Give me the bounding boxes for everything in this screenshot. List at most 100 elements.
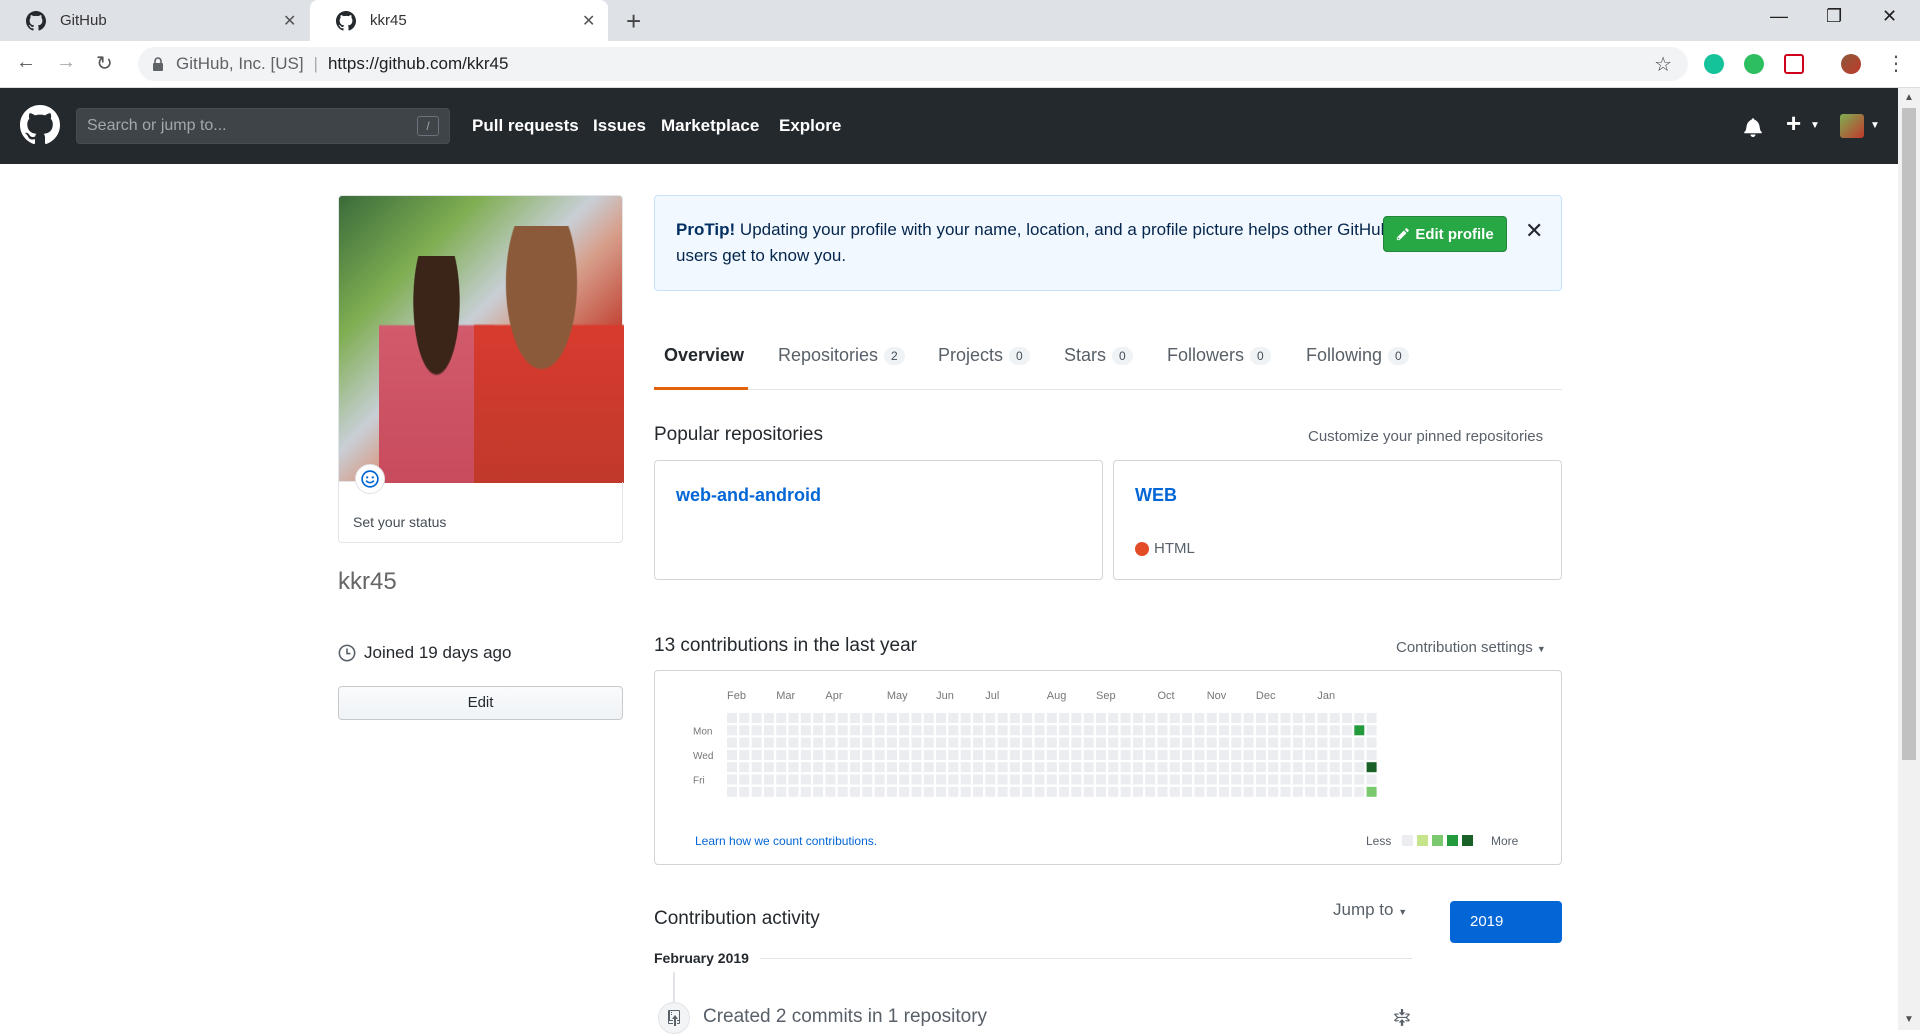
contribution-day[interactable] [1280,762,1291,773]
contribution-day[interactable] [751,786,762,797]
contribution-day[interactable] [727,774,737,785]
contribution-day[interactable] [1219,774,1229,785]
contribution-day[interactable] [1145,737,1156,748]
contribution-day[interactable] [1243,774,1254,785]
contribution-day[interactable] [1342,725,1352,736]
contribution-day[interactable] [1059,749,1070,760]
contribution-day[interactable] [1354,762,1365,773]
contribution-day[interactable] [960,725,971,736]
contribution-day[interactable] [1108,713,1119,723]
scroll-up-icon[interactable]: ▲ [1904,92,1914,103]
contribution-day[interactable] [837,762,848,773]
contribution-day[interactable] [948,713,959,723]
contribution-day[interactable] [800,737,811,748]
contribution-day[interactable] [1083,786,1094,797]
contribution-day[interactable] [1120,713,1131,723]
contribution-day[interactable] [825,749,836,760]
contribution-day[interactable] [1022,774,1033,785]
contribution-day[interactable] [1145,786,1156,797]
fold-icon[interactable] [1393,1009,1411,1027]
create-new-icon[interactable]: + [1786,108,1801,139]
close-icon[interactable]: ✕ [283,11,296,31]
contribution-day[interactable] [1034,774,1045,785]
contribution-day[interactable] [1071,762,1082,773]
contribution-day[interactable] [1046,737,1057,748]
contribution-day[interactable] [1120,786,1131,797]
restore-icon[interactable]: ❐ [1826,6,1842,27]
contribution-day[interactable] [1354,725,1365,736]
repo-link[interactable]: web-and-android [676,485,821,506]
contribution-day[interactable] [739,749,750,760]
smiley-icon[interactable] [355,464,385,494]
contribution-day[interactable] [1317,749,1328,760]
customize-pinned-link[interactable]: Customize your pinned repositories [1308,428,1543,445]
contribution-day[interactable] [837,725,848,736]
contribution-day[interactable] [886,749,897,760]
contribution-day[interactable] [1354,713,1365,723]
contribution-day[interactable] [1280,774,1291,785]
contribution-day[interactable] [1046,725,1057,736]
contribution-day[interactable] [1108,786,1119,797]
tab-stars[interactable]: Stars 0 [1064,345,1133,366]
contribution-day[interactable] [776,762,787,773]
contribution-day[interactable] [776,749,787,760]
contribution-day[interactable] [862,737,873,748]
contribution-day[interactable] [1206,762,1217,773]
contribution-day[interactable] [813,786,824,797]
window-close-icon[interactable]: ✕ [1882,6,1897,27]
contribution-day[interactable] [1268,737,1279,748]
contribution-day[interactable] [1071,749,1082,760]
contribution-day[interactable] [850,786,860,797]
contribution-day[interactable] [874,786,885,797]
nav-explore[interactable]: Explore [779,116,841,136]
contribution-day[interactable] [923,774,934,785]
contribution-day[interactable] [936,762,947,773]
contribution-day[interactable] [763,737,774,748]
evernote-extension-icon[interactable] [1744,54,1764,74]
contribution-day[interactable] [948,737,959,748]
contribution-day[interactable] [1182,737,1193,748]
contribution-day[interactable] [899,737,910,748]
contribution-day[interactable] [997,762,1008,773]
contribution-day[interactable] [960,786,971,797]
contribution-day[interactable] [973,762,983,773]
contribution-day[interactable] [1305,713,1316,723]
contribution-day[interactable] [739,725,750,736]
contribution-day[interactable] [1231,762,1242,773]
contribution-day[interactable] [1034,786,1045,797]
contribution-day[interactable] [948,725,959,736]
browser-tab-kkr45[interactable]: kkr45 ✕ [310,0,608,41]
contribution-day[interactable] [899,749,910,760]
contribution-day[interactable] [874,713,885,723]
contribution-day[interactable] [1132,737,1143,748]
contribution-day[interactable] [936,737,947,748]
nav-marketplace[interactable]: Marketplace [661,116,759,136]
contribution-day[interactable] [1120,762,1131,773]
contribution-day[interactable] [788,749,799,760]
contribution-day[interactable] [911,725,922,736]
contribution-day[interactable] [1009,749,1020,760]
profile-avatar[interactable] [338,195,624,483]
contribution-day[interactable] [1280,713,1291,723]
contribution-day[interactable] [788,737,799,748]
contribution-day[interactable] [813,713,824,723]
contribution-day[interactable] [1305,774,1316,785]
contribution-day[interactable] [936,749,947,760]
contribution-day[interactable] [727,786,737,797]
contribution-day[interactable] [1132,713,1143,723]
contribution-day[interactable] [1132,762,1143,773]
contribution-day[interactable] [1317,774,1328,785]
contribution-day[interactable] [788,786,799,797]
contribution-day[interactable] [1009,774,1020,785]
contribution-day[interactable] [1231,725,1242,736]
contribution-day[interactable] [1280,737,1291,748]
avatar[interactable] [1840,114,1864,138]
contribution-day[interactable] [1219,713,1229,723]
contribution-day[interactable] [923,749,934,760]
contribution-day[interactable] [985,786,996,797]
contribution-day[interactable] [1243,762,1254,773]
contribution-day[interactable] [960,737,971,748]
contribution-day[interactable] [1046,713,1057,723]
contribution-day[interactable] [1059,725,1070,736]
edit-profile-button[interactable]: Edit profile [1383,216,1507,252]
